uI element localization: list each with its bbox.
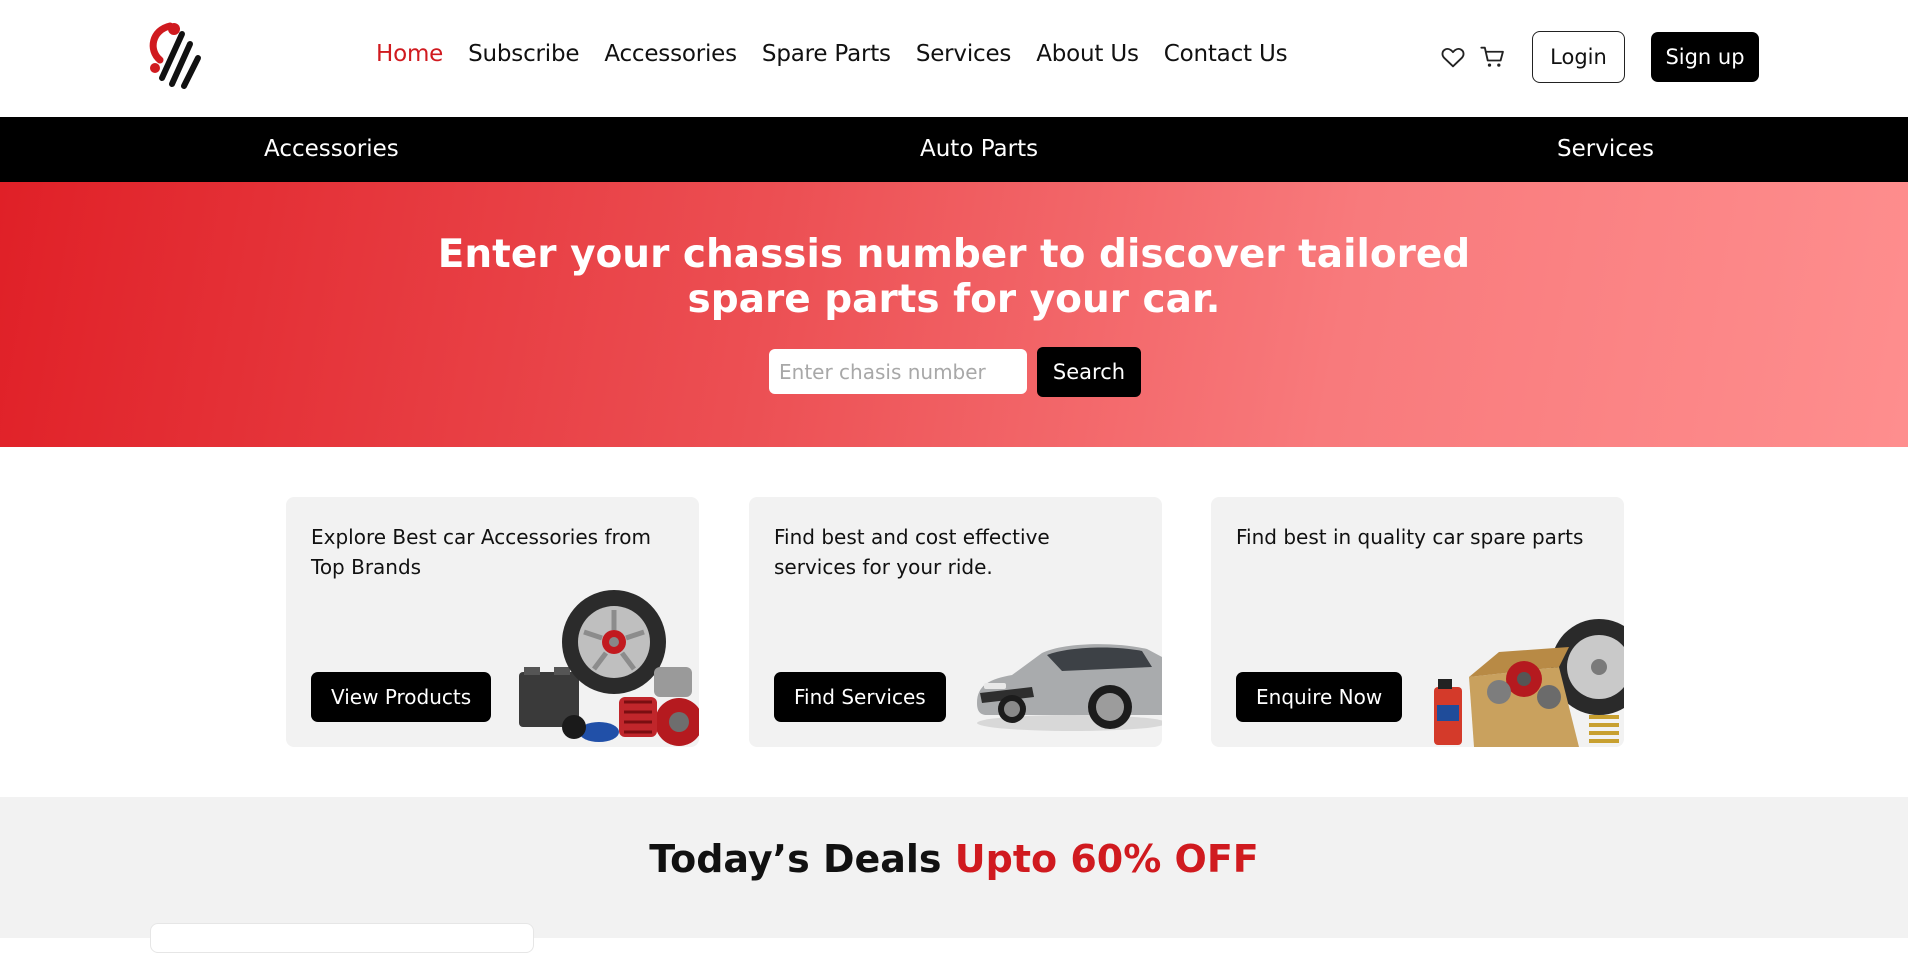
spare-parts-box-image	[1434, 619, 1624, 747]
site-header: Home Subscribe Accessories Spare Parts S…	[0, 0, 1908, 117]
nav-services[interactable]: Services	[916, 41, 1012, 67]
card-description: Find best in quality car spare parts	[1236, 525, 1584, 549]
card-description: Explore Best car Accessories from Top Br…	[311, 525, 651, 579]
signup-button[interactable]: Sign up	[1651, 32, 1759, 82]
silver-car-image	[977, 644, 1162, 731]
deals-highlight: Upto 60% OFF	[954, 837, 1259, 881]
main-nav: Home Subscribe Accessories Spare Parts S…	[376, 41, 1312, 67]
deals-heading: Today’s Deals Upto 60% OFF	[0, 837, 1908, 881]
nav-contact-us[interactable]: Contact Us	[1164, 41, 1288, 67]
hero-title: Enter your chassis number to discover ta…	[437, 232, 1471, 322]
login-button[interactable]: Login	[1532, 31, 1625, 83]
nav-home[interactable]: Home	[376, 41, 443, 67]
category-bar: Accessories Auto Parts Services	[0, 117, 1908, 182]
nav-accessories[interactable]: Accessories	[604, 41, 737, 67]
car-accessories-image	[519, 590, 699, 746]
nav-subscribe[interactable]: Subscribe	[468, 41, 579, 67]
hero-banner: Enter your chassis number to discover ta…	[0, 182, 1908, 447]
nav-about-us[interactable]: About Us	[1036, 41, 1139, 67]
find-services-button[interactable]: Find Services	[774, 672, 946, 722]
services-card: Find best and cost effective services fo…	[749, 497, 1162, 747]
view-products-button[interactable]: View Products	[311, 672, 492, 722]
chassis-number-input[interactable]	[769, 349, 1027, 394]
deal-card[interactable]	[150, 923, 534, 953]
accessories-card: Explore Best car Accessories from Top Br…	[286, 497, 699, 747]
deals-title: Today’s Deals	[649, 837, 942, 881]
category-services[interactable]: Services	[1557, 136, 1654, 162]
brand-logo[interactable]	[146, 20, 206, 92]
category-auto-parts[interactable]: Auto Parts	[920, 136, 1038, 162]
spare-parts-card: Find best in quality car spare parts Enq…	[1211, 497, 1624, 747]
todays-deals-section: Today’s Deals Upto 60% OFF	[0, 797, 1908, 953]
enquire-now-button[interactable]: Enquire Now	[1236, 672, 1403, 722]
nav-spare-parts[interactable]: Spare Parts	[762, 41, 891, 67]
search-button[interactable]: Search	[1037, 347, 1141, 397]
card-description: Find best and cost effective services fo…	[774, 525, 1050, 579]
heart-icon[interactable]	[1439, 43, 1467, 71]
cart-icon[interactable]	[1479, 43, 1507, 71]
category-accessories[interactable]: Accessories	[264, 136, 399, 162]
